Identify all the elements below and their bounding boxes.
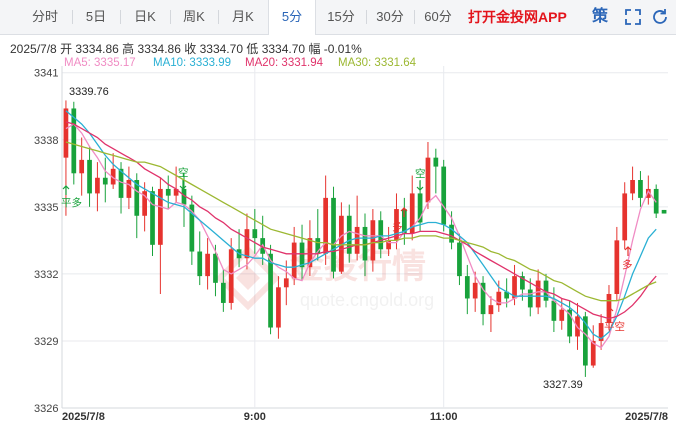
candle-body <box>252 229 258 239</box>
candle-body <box>614 240 620 294</box>
x-tick-label: 9:00 <box>244 411 266 423</box>
candle-body <box>276 287 281 328</box>
candle-body <box>299 242 305 268</box>
y-tick-label: 3338 <box>34 135 58 147</box>
y-tick-label: 3332 <box>34 269 58 281</box>
candle-body <box>488 305 494 315</box>
candle-body <box>535 280 541 308</box>
candle-body <box>102 177 108 185</box>
x-tick-label: 2025/7/8 <box>62 411 105 423</box>
signal-close-short: 平空 <box>604 320 625 333</box>
candle-body <box>551 300 557 321</box>
signal-long: 多 <box>622 258 633 271</box>
candle-body <box>95 177 100 194</box>
watermark-logo-icon <box>215 245 281 311</box>
candle-body <box>630 180 635 194</box>
x-tick-label: 11:00 <box>430 411 458 423</box>
candle-body <box>622 193 628 241</box>
high-price-label: 3339.76 <box>69 86 109 98</box>
signal-close-long: 平多 <box>61 196 82 209</box>
candle-body <box>63 108 69 158</box>
candle-body <box>197 251 203 277</box>
candle-body <box>559 309 565 321</box>
candle-body <box>126 180 132 198</box>
kline-chart[interactable]: 金投行情 quote.cngold.org 334133383335333233… <box>0 0 676 424</box>
arrow-down-icon <box>416 181 424 191</box>
candle-body <box>527 289 533 308</box>
annotations: 3339.763327.39平多空 空多多平空 <box>61 86 633 391</box>
candle-body <box>283 278 289 288</box>
signal-short: 空 <box>415 167 426 180</box>
candle-body <box>205 253 210 277</box>
candle-body <box>354 226 360 254</box>
candle-body <box>441 166 447 225</box>
candle-body <box>449 224 454 243</box>
candle-body <box>268 253 273 328</box>
y-tick-label: 3341 <box>34 68 58 80</box>
candle-body <box>457 242 462 277</box>
candle-body <box>79 159 85 174</box>
y-tick-label: 3335 <box>34 202 58 214</box>
candle-body <box>464 276 470 299</box>
candle-body <box>165 188 171 196</box>
candle-body <box>370 220 376 261</box>
candle-body <box>331 197 336 272</box>
x-tick-label: 2025/7/8 <box>625 411 668 423</box>
candle-body <box>661 209 667 214</box>
low-price-label: 3327.39 <box>543 379 583 391</box>
candle-body <box>425 157 431 203</box>
watermark: 金投行情 quote.cngold.org <box>215 245 434 311</box>
candle-body <box>291 242 297 279</box>
signal-long: 多 <box>392 220 403 233</box>
candle-body <box>244 229 250 259</box>
candle-body <box>150 191 155 245</box>
y-tick-label: 3329 <box>34 336 58 348</box>
candle-body <box>220 282 226 303</box>
candle-body <box>653 188 659 214</box>
y-tick-label: 3326 <box>34 403 58 415</box>
candle-body <box>228 249 234 303</box>
watermark-url: quote.cngold.org <box>300 290 434 310</box>
candle-body <box>87 159 92 194</box>
signal-short: 空 <box>178 166 189 179</box>
y-axis: 3341 3338 3335 3332 3329 3326 <box>34 68 58 415</box>
candle-body <box>472 282 478 299</box>
arrow-up-icon <box>62 185 70 195</box>
candle-body <box>378 220 384 250</box>
candle-body <box>638 180 643 198</box>
candle-body <box>213 253 218 283</box>
candle-body <box>433 157 439 167</box>
x-axis: 2025/7/8 9:00 11:00 2025/7/8 <box>62 411 668 423</box>
